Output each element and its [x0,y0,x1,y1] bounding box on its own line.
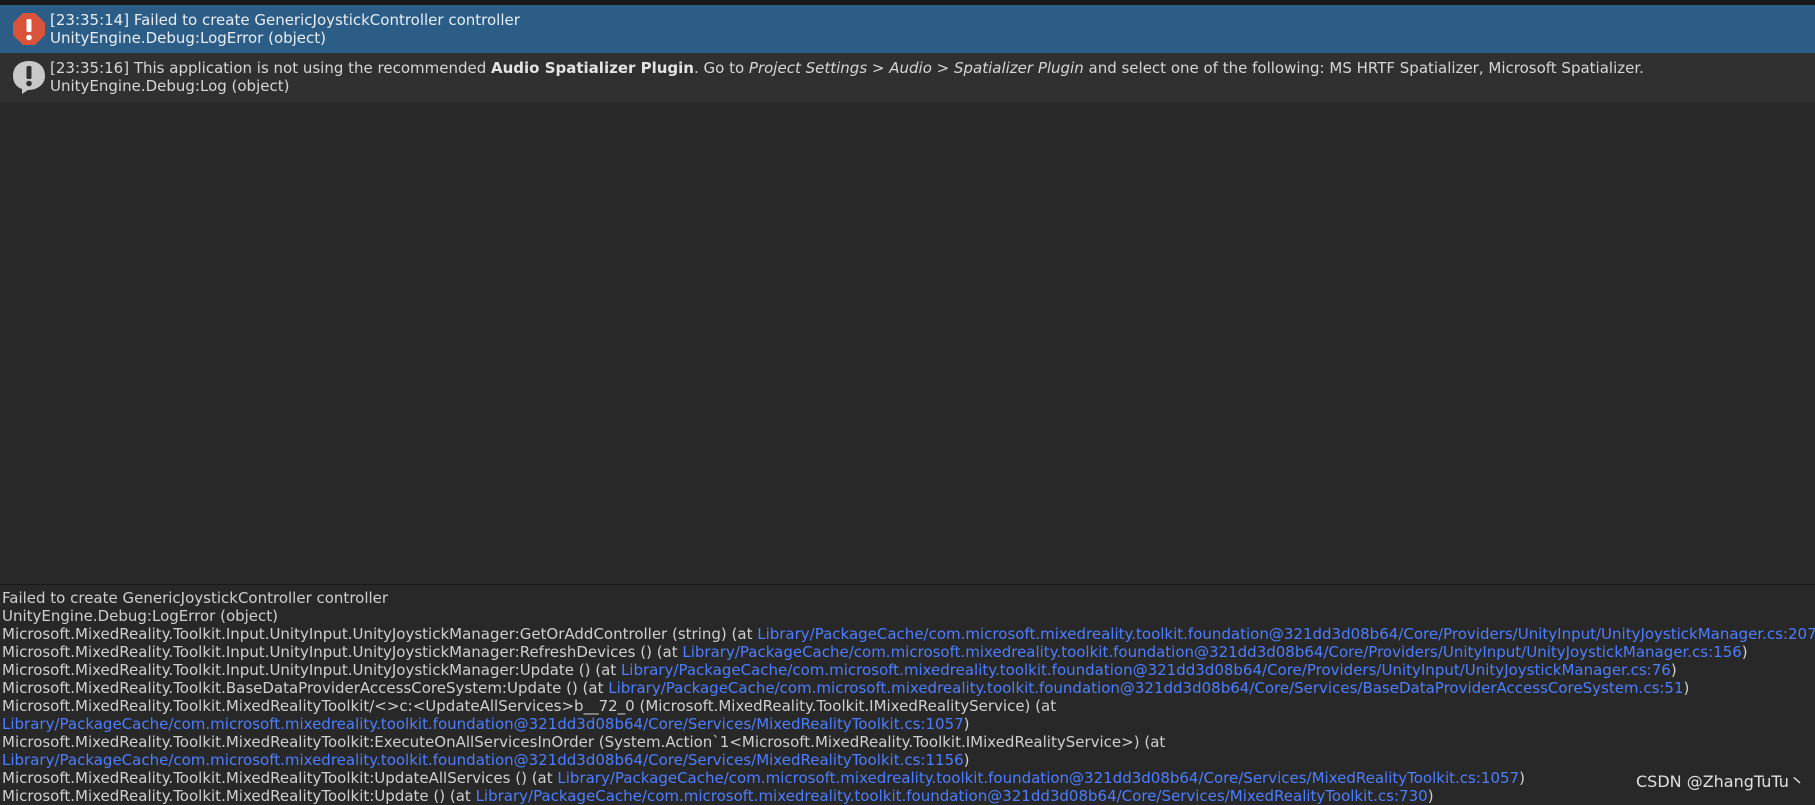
stack-trace-line: Library/PackageCache/com.microsoft.mixed… [2,715,1815,733]
stack-trace-suffix: ) [1519,769,1525,787]
source-file-link[interactable]: Library/PackageCache/com.microsoft.mixed… [682,643,1741,661]
log-message-text: [23:35:16] This application is not using… [50,59,492,77]
stack-trace-text: Microsoft.MixedReality.Toolkit.Input.Uni… [2,625,758,643]
stack-trace-suffix: ) [1670,661,1677,679]
stack-trace-line: Microsoft.MixedReality.Toolkit.MixedReal… [2,733,1815,751]
stack-trace-line: Microsoft.MixedReality.Toolkit.MixedReal… [2,787,1815,805]
stack-trace-suffix: ) [963,751,970,769]
log-message: [23:35:14] Failed to create GenericJoyst… [50,11,520,29]
stack-trace-text: Microsoft.MixedReality.Toolkit.MixedReal… [2,697,1057,715]
stack-trace-suffix: ) [1427,787,1434,805]
stack-trace-text: Microsoft.MixedReality.Toolkit.Input.Uni… [2,661,621,679]
log-source: UnityEngine.Debug:Log (object) [50,77,290,95]
log-entry-error[interactable]: [23:35:14] Failed to create GenericJoyst… [0,5,1815,53]
log-source: UnityEngine.Debug:LogError (object) [50,29,327,47]
stack-trace-suffix: ) [1741,643,1748,661]
log-entry-info[interactable]: [23:35:16] This application is not using… [0,53,1815,102]
stack-trace-text: Microsoft.MixedReality.Toolkit.MixedReal… [2,769,558,787]
stack-trace-line: Failed to create GenericJoystickControll… [2,589,1815,607]
log-message-italic: Project Settings > Audio > Spatializer P… [748,59,1084,77]
stack-trace-line: Microsoft.MixedReality.Toolkit.Input.Uni… [2,643,1815,661]
stack-trace-text: Microsoft.MixedReality.Toolkit.Input.Uni… [2,643,683,661]
stack-trace-line: UnityEngine.Debug:LogError (object) [2,607,1815,625]
stack-trace-line: Microsoft.MixedReality.Toolkit.BaseDataP… [2,679,1815,697]
log-message-text: . Go to [693,59,749,77]
source-file-link[interactable]: Library/PackageCache/com.microsoft.mixed… [757,625,1815,643]
stack-trace-text: UnityEngine.Debug:LogError (object) [2,607,279,625]
stack-trace-line: Microsoft.MixedReality.Toolkit.MixedReal… [2,769,1815,787]
stack-trace-line: Microsoft.MixedReality.Toolkit.MixedReal… [2,697,1815,715]
stack-trace-text: Failed to create GenericJoystickControll… [2,589,389,607]
stack-trace-text: Microsoft.MixedReality.Toolkit.MixedReal… [2,787,476,805]
log-message: [23:35:16] This application is not using… [50,59,1644,77]
source-file-link[interactable]: Library/PackageCache/com.microsoft.mixed… [2,715,964,733]
source-file-link[interactable]: Library/PackageCache/com.microsoft.mixed… [608,679,1683,697]
watermark: CSDN @ZhangTuTu丶 [1636,772,1805,791]
stack-trace-line: Microsoft.MixedReality.Toolkit.Input.Uni… [2,625,1815,643]
stack-trace-panel[interactable]: Failed to create GenericJoystickControll… [2,589,1815,805]
stack-trace-line: Microsoft.MixedReality.Toolkit.Input.Uni… [2,661,1815,679]
stack-trace-text: Microsoft.MixedReality.Toolkit.MixedReal… [2,733,1166,751]
stack-trace-line: Library/PackageCache/com.microsoft.mixed… [2,751,1815,769]
split-divider[interactable] [0,584,1815,585]
stack-trace-text: Microsoft.MixedReality.Toolkit.BaseDataP… [2,679,609,697]
console-log-list[interactable]: [23:35:14] Failed to create GenericJoyst… [0,5,1815,102]
error-icon [13,13,45,45]
log-message-text: and select one of the following: MS HRTF… [1083,59,1644,77]
stack-trace-suffix: ) [963,715,970,733]
source-file-link[interactable]: Library/PackageCache/com.microsoft.mixed… [621,661,1671,679]
stack-trace-suffix: ) [1683,679,1690,697]
source-file-link[interactable]: Library/PackageCache/com.microsoft.mixed… [2,751,964,769]
source-file-link[interactable]: Library/PackageCache/com.microsoft.mixed… [557,769,1519,787]
info-icon [13,61,45,94]
source-file-link[interactable]: Library/PackageCache/com.microsoft.mixed… [476,787,1428,805]
log-message-bold: Audio Spatializer Plugin [491,59,694,77]
